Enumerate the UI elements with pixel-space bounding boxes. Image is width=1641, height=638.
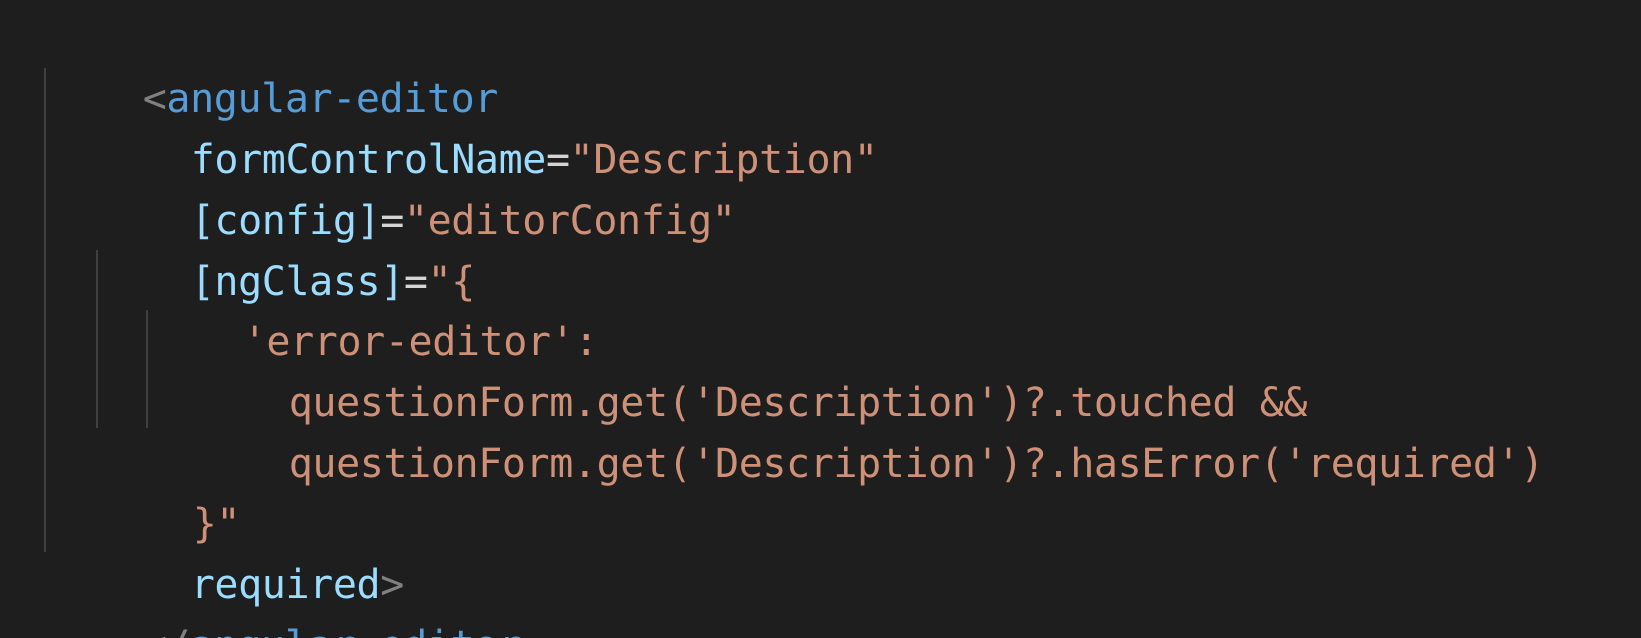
code-line-4: [ngClass]="{ xyxy=(96,186,476,305)
code-editor[interactable]: <angular-editor formControlName="Descrip… xyxy=(0,0,1641,638)
expression: questionForm.get('Description')?.hasErro… xyxy=(288,441,1545,487)
closing-tag-name: angular-editor xyxy=(190,623,522,638)
code-line-6: questionForm.get('Description')?.touched… xyxy=(194,307,1308,426)
code-line-9: required> xyxy=(96,489,405,608)
code-line-5: 'error-editor': xyxy=(148,246,599,365)
code-line-2: formControlName="Description" xyxy=(96,64,878,183)
code-line-3: [config]="editorConfig" xyxy=(96,125,736,244)
code-line-10: </angular-editor xyxy=(48,550,522,638)
code-line-8: }" xyxy=(98,428,241,547)
code-line-1: <angular-editor xyxy=(48,3,499,122)
code-line-7: questionForm.get('Description')?.hasErro… xyxy=(194,368,1545,487)
closing-tag-open: </ xyxy=(143,623,191,638)
indent-guide-1 xyxy=(44,68,46,552)
